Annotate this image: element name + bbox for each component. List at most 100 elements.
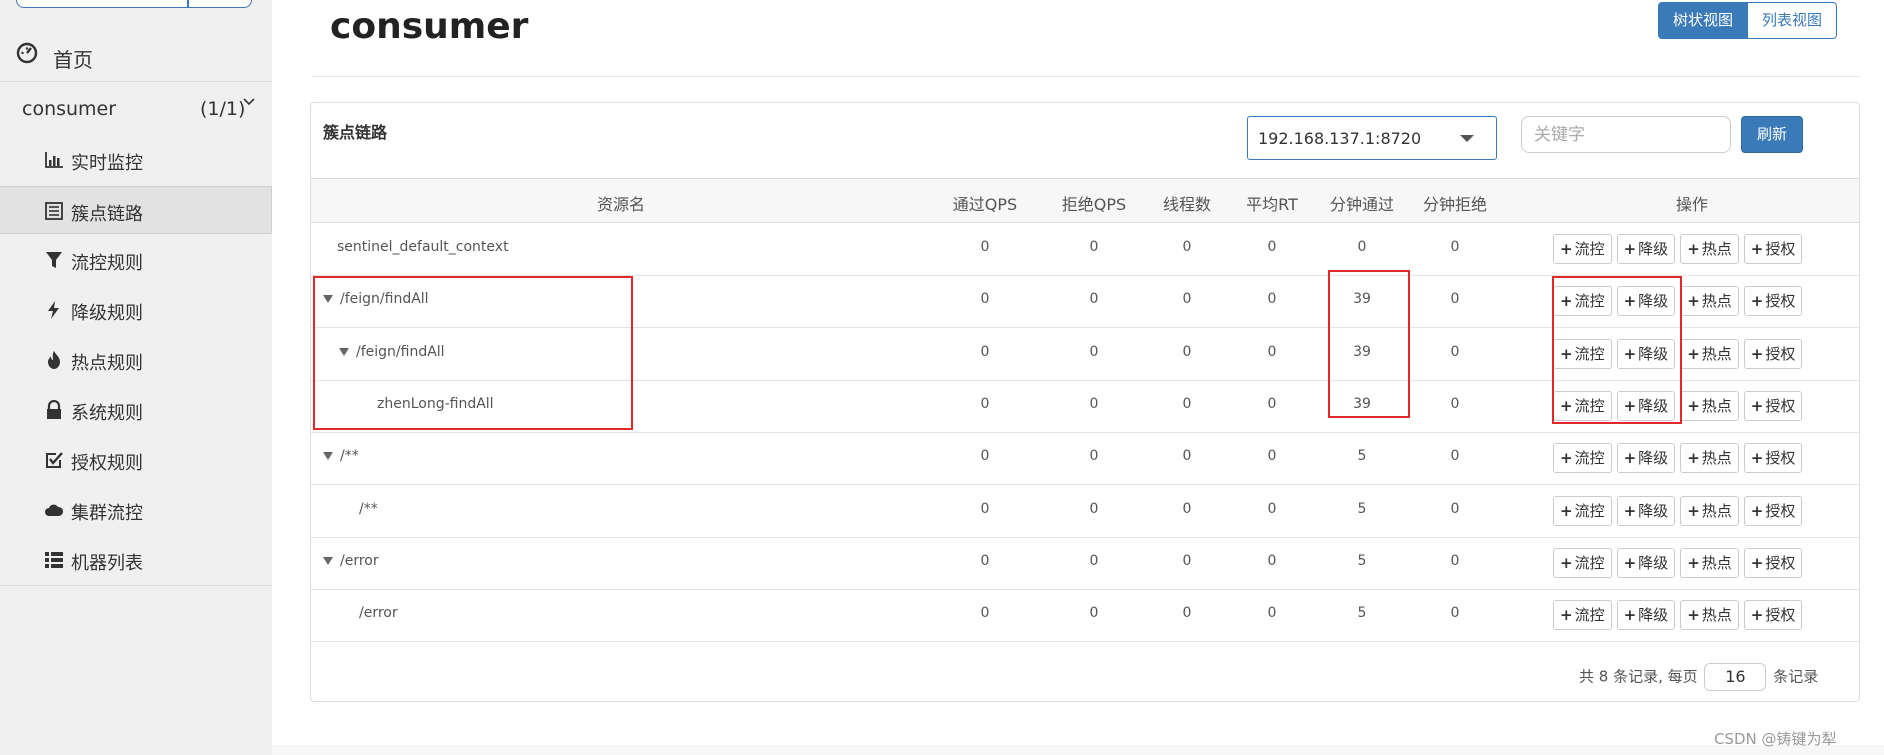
add-flow-control-button[interactable]: + 流控 <box>1553 390 1612 421</box>
add-authority-button[interactable]: + 授权 <box>1743 495 1803 526</box>
add-flow-control-button[interactable]: + 流控 <box>1553 495 1612 526</box>
add-flow-control-button[interactable]: + 流控 <box>1553 600 1612 631</box>
check-square-icon <box>46 452 63 468</box>
tree-toggle-icon[interactable] <box>323 556 333 565</box>
minute-pass-cell: 39 <box>1353 291 1371 308</box>
resource-name-cell: /error <box>323 553 379 569</box>
sidebar-item-degrade-rules[interactable]: 降级规则 <box>0 286 272 334</box>
sidebar-item-system-rules[interactable]: 系统规则 <box>0 386 272 434</box>
table-row: /** 0 0 0 0 5 0 + 流控 + 降级 + 热点 + 授权 <box>311 486 1859 538</box>
add-hotspot-button[interactable]: + 热点 <box>1680 286 1739 317</box>
sidebar-item-home[interactable]: 首页 <box>0 30 272 82</box>
threads-cell: 0 <box>1182 500 1192 517</box>
sidebar-item-hotspot-rules[interactable]: 热点规则 <box>0 336 272 384</box>
threads-cell: 0 <box>1182 448 1192 465</box>
resource-name-cell: /feign/findAll <box>323 291 429 307</box>
plus-icon: + <box>1623 606 1637 625</box>
refresh-button[interactable]: 刷新 <box>1741 116 1803 153</box>
add-degrade-button[interactable]: + 降级 <box>1616 547 1676 578</box>
bar-chart-icon <box>45 152 63 168</box>
action-label: 流控 <box>1574 449 1605 468</box>
sidebar-item-cluster-flow[interactable]: 集群流控 <box>0 486 272 534</box>
sidebar-item-machine-list[interactable]: 机器列表 <box>0 536 272 584</box>
list-view-button[interactable]: 列表视图 <box>1748 2 1838 39</box>
tree-view-button[interactable]: 树状视图 <box>1658 2 1749 39</box>
sidebar-item-realtime-monitor[interactable]: 实时监控 <box>0 136 272 184</box>
add-authority-button[interactable]: + 授权 <box>1743 338 1803 369</box>
add-authority-button[interactable]: + 授权 <box>1743 286 1803 317</box>
add-hotspot-button[interactable]: + 热点 <box>1680 547 1739 578</box>
action-label: 流控 <box>1574 344 1605 363</box>
add-authority-button[interactable]: + 授权 <box>1743 390 1803 421</box>
pass-qps-cell: 0 <box>980 291 990 308</box>
tree-toggle-icon[interactable] <box>323 452 333 461</box>
row-actions: + 流控 + 降级 + 热点 + 授权 <box>1553 443 1803 474</box>
add-hotspot-button[interactable]: + 热点 <box>1680 600 1739 631</box>
add-degrade-button[interactable]: + 降级 <box>1616 495 1676 526</box>
filter-icon <box>46 252 62 268</box>
add-authority-button[interactable]: + 授权 <box>1743 547 1803 578</box>
add-authority-button[interactable]: + 授权 <box>1743 443 1803 474</box>
resource-name: /feign/findAll <box>356 343 445 360</box>
plus-icon: + <box>1687 449 1700 468</box>
column-header: 线程数 <box>1162 195 1212 214</box>
avg-rt-cell: 0 <box>1267 239 1277 255</box>
action-label: 流控 <box>1574 606 1605 625</box>
sidebar-item-authority-rules[interactable]: 授权规则 <box>0 436 272 484</box>
page-size-input[interactable]: 16 <box>1704 663 1767 691</box>
minute-pass-cell: 39 <box>1353 343 1371 360</box>
machine-select[interactable]: 192.168.137.1:8720 <box>1247 116 1497 160</box>
avg-rt-cell: 0 <box>1267 395 1277 412</box>
add-hotspot-button[interactable]: + 热点 <box>1680 390 1739 421</box>
sidebar-divider <box>0 585 272 586</box>
plus-icon: + <box>1623 344 1637 363</box>
list-icon <box>45 202 63 220</box>
add-hotspot-button[interactable]: + 热点 <box>1680 338 1739 369</box>
action-label: 授权 <box>1765 501 1796 520</box>
add-hotspot-button[interactable]: + 热点 <box>1680 495 1739 526</box>
add-flow-control-button[interactable]: + 流控 <box>1553 443 1612 474</box>
block-qps-cell: 0 <box>1089 552 1099 569</box>
add-degrade-button[interactable]: + 降级 <box>1616 338 1676 369</box>
th-list-icon <box>45 552 63 568</box>
plus-icon: + <box>1750 292 1764 311</box>
tree-toggle-icon[interactable] <box>323 295 333 304</box>
sidebar-app-consumer[interactable]: consumer (1/1) <box>0 82 272 136</box>
add-degrade-button[interactable]: + 降级 <box>1616 234 1676 264</box>
plus-icon: + <box>1687 344 1700 363</box>
action-label: 授权 <box>1765 449 1796 468</box>
avg-rt-cell: 0 <box>1267 500 1277 517</box>
add-authority-button[interactable]: + 授权 <box>1743 600 1803 631</box>
action-label: 授权 <box>1765 344 1796 363</box>
sidebar-search-box[interactable] <box>16 0 252 8</box>
keyword-search-input[interactable] <box>1521 116 1731 153</box>
sidebar-item-label: 实时监控 <box>71 153 143 174</box>
sidebar-item-cluster-point-link[interactable]: 簇点链路 <box>0 186 272 234</box>
add-hotspot-button[interactable]: + 热点 <box>1680 443 1739 474</box>
column-header: 分钟拒绝 <box>1422 195 1488 214</box>
table-row: /error 0 0 0 0 5 0 + 流控 + 降级 + 热点 + 授权 <box>311 590 1859 643</box>
tree-toggle-icon[interactable] <box>339 347 349 356</box>
action-label: 降级 <box>1638 396 1669 415</box>
action-label: 授权 <box>1765 240 1796 258</box>
add-degrade-button[interactable]: + 降级 <box>1616 390 1676 421</box>
pager-prefix: 共 8 条记录, 每页 <box>1579 667 1698 686</box>
add-degrade-button[interactable]: + 降级 <box>1616 286 1676 317</box>
panel-title: 簇点链路 <box>323 123 388 142</box>
minute-block-cell: 0 <box>1450 239 1460 255</box>
sidebar-item-flow-rules[interactable]: 流控规则 <box>0 236 272 284</box>
search-box-divider <box>187 0 189 7</box>
resource-panel: 簇点链路 192.168.137.1:8720 刷新 资源名 通过QPS 拒绝Q… <box>310 102 1860 702</box>
add-degrade-button[interactable]: + 降级 <box>1616 443 1676 474</box>
action-label: 热点 <box>1701 240 1732 258</box>
add-degrade-button[interactable]: + 降级 <box>1616 600 1676 631</box>
plus-icon: + <box>1623 449 1637 468</box>
add-flow-control-button[interactable]: + 流控 <box>1553 547 1612 578</box>
add-hotspot-button[interactable]: + 热点 <box>1680 234 1739 264</box>
add-authority-button[interactable]: + 授权 <box>1743 234 1803 264</box>
add-flow-control-button[interactable]: + 流控 <box>1553 286 1612 317</box>
add-flow-control-button[interactable]: + 流控 <box>1553 338 1612 369</box>
pass-qps-cell: 0 <box>980 605 990 622</box>
threads-cell: 0 <box>1182 605 1192 622</box>
add-flow-control-button[interactable]: + 流控 <box>1553 234 1612 264</box>
